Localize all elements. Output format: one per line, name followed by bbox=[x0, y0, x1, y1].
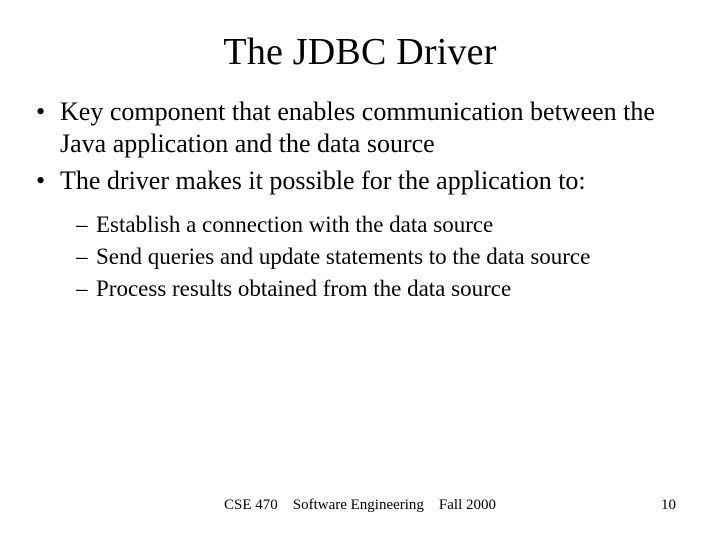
slide: The JDBC Driver Key component that enabl… bbox=[0, 0, 720, 540]
page-number: 10 bbox=[661, 497, 676, 514]
slide-footer: CSE 470 Software Engineering Fall 2000 bbox=[0, 497, 720, 514]
sub-bullet-text: Send queries and update statements to th… bbox=[96, 244, 590, 269]
bullet-item: The driver makes it possible for the app… bbox=[36, 165, 684, 303]
sub-bullet-text: Establish a connection with the data sou… bbox=[96, 212, 493, 237]
bullet-text: The driver makes it possible for the app… bbox=[60, 166, 586, 195]
sub-bullet-list: Establish a connection with the data sou… bbox=[76, 211, 684, 303]
sub-bullet-text: Process results obtained from the data s… bbox=[96, 276, 511, 301]
bullet-item: Key component that enables communication… bbox=[36, 96, 684, 159]
sub-bullet-item: Establish a connection with the data sou… bbox=[76, 211, 684, 239]
sub-bullet-item: Send queries and update statements to th… bbox=[76, 243, 684, 271]
bullet-text: Key component that enables communication… bbox=[60, 97, 655, 158]
bullet-list: Key component that enables communication… bbox=[36, 96, 684, 303]
slide-title: The JDBC Driver bbox=[36, 30, 684, 74]
sub-bullet-item: Process results obtained from the data s… bbox=[76, 275, 684, 303]
